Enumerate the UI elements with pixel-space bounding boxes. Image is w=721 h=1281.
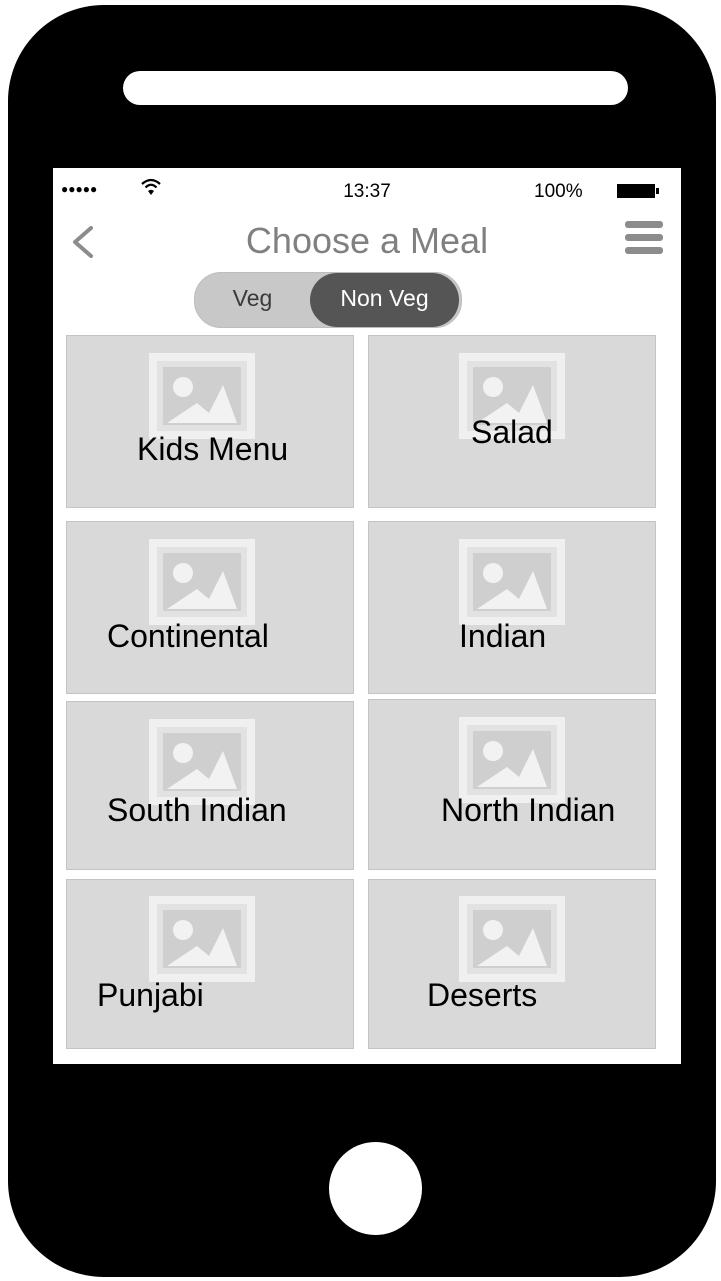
battery-icon [617,184,655,198]
toggle-nonveg-option[interactable]: Non Veg [310,273,459,327]
meal-label: Indian [459,618,547,654]
meal-tile[interactable]: South Indian [66,701,354,870]
meal-tile[interactable]: Continental [66,521,354,694]
app-screen: ●●●●● 13:37 100% Choose a Meal Veg Non V… [53,168,681,1064]
page-title: Choose a Meal [245,220,489,261]
image-placeholder-icon [459,896,565,982]
status-bar: ●●●●● 13:37 100% [53,168,681,212]
image-placeholder-icon [149,896,255,982]
meal-label: Punjabi [97,977,204,1013]
toggle-veg-option[interactable]: Veg [195,273,310,327]
meal-label: Deserts [427,977,538,1013]
image-placeholder-icon [149,353,255,439]
meal-label: Salad [471,414,553,450]
meal-tile[interactable]: Punjabi [66,879,354,1049]
image-placeholder-icon [459,539,565,625]
meal-tile[interactable]: Kids Menu [66,335,354,508]
meal-label: South Indian [107,792,287,828]
meal-label: Kids Menu [137,431,289,467]
meal-tile[interactable]: North Indian [368,699,656,870]
hamburger-menu-icon[interactable] [625,221,663,259]
battery-percentage: 100% [534,181,583,202]
status-time: 13:37 [343,181,391,202]
meal-tile[interactable]: Salad [368,335,656,508]
image-placeholder-icon [459,717,565,803]
home-button[interactable] [329,1142,422,1235]
speaker-slot [123,71,628,105]
veg-toggle[interactable]: Veg Non Veg [194,272,462,328]
battery-nub [656,188,659,194]
meal-tile[interactable]: Indian [368,521,656,694]
meal-label: Continental [107,618,269,654]
meal-tile[interactable]: Deserts [368,879,656,1049]
meal-label: North Indian [441,792,616,828]
image-placeholder-icon [149,539,255,625]
